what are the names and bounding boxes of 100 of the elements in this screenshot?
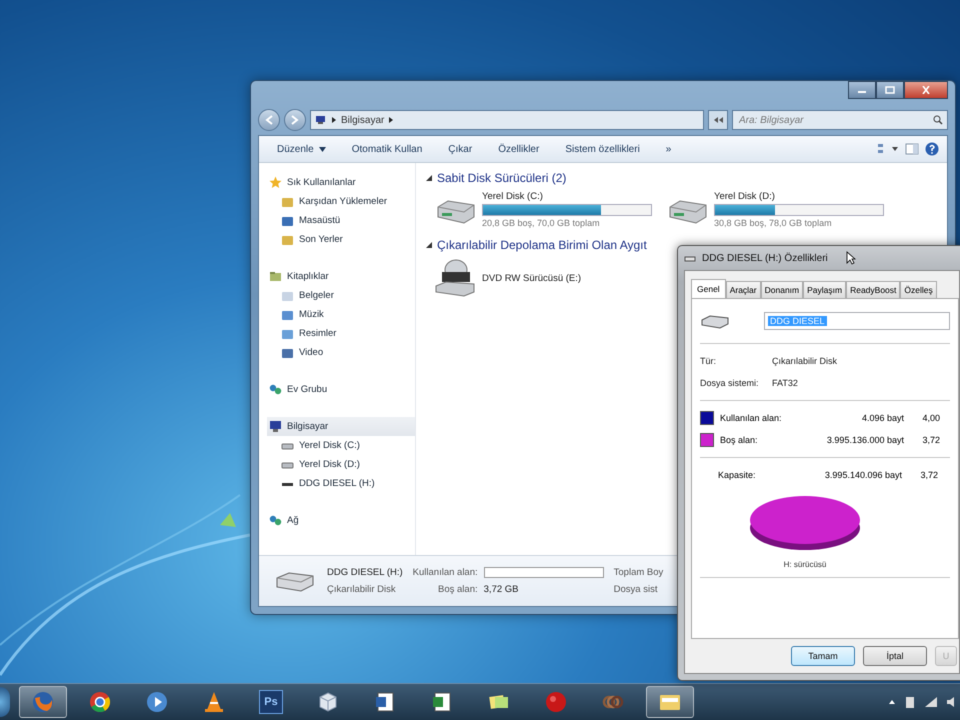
device-icon[interactable] bbox=[904, 695, 916, 709]
capacity-bytes: 3.995.140.096 bayt bbox=[824, 470, 902, 480]
drive-name: DVD RW Sürücüsü (E:) bbox=[482, 272, 582, 284]
library-icon bbox=[269, 270, 282, 283]
nav-item[interactable]: Son Yerler bbox=[267, 230, 415, 249]
drive-space-text: 30,8 GB boş, 78,0 GB toplam bbox=[714, 218, 833, 228]
space-size: 3,72 bbox=[921, 435, 940, 445]
nav-item[interactable]: Kitaplıklar bbox=[267, 267, 415, 286]
capacity-label: Kapasite: bbox=[718, 470, 757, 480]
drive-tile[interactable]: Yerel Disk (D:) 30,8 GB boş, 78,0 GB toplam bbox=[666, 191, 888, 228]
view-options-icon[interactable] bbox=[877, 143, 899, 155]
collapse-arrow-icon[interactable] bbox=[426, 175, 432, 181]
drive-space-text: 20,8 GB boş, 70,0 GB toplam bbox=[482, 218, 601, 228]
space-label: Boş alan: bbox=[720, 435, 759, 445]
toolbar-button[interactable]: Düzenle bbox=[267, 142, 336, 156]
back-button[interactable] bbox=[258, 109, 280, 131]
drive-tile[interactable]: DVD RW Sürücüsü (E:) bbox=[434, 258, 656, 298]
collapse-arrow-icon[interactable] bbox=[426, 242, 432, 248]
nav-item[interactable]: Ev Grubu bbox=[267, 380, 415, 399]
breadcrumb-arrow-icon[interactable] bbox=[331, 116, 337, 124]
start-button[interactable] bbox=[0, 687, 10, 717]
toolbar-button[interactable]: Özellikler bbox=[488, 142, 550, 156]
preview-pane-icon[interactable] bbox=[905, 143, 919, 155]
used-space-label: Kullanılan alan: bbox=[412, 567, 478, 578]
drive-tile[interactable]: Yerel Disk (C:) 20,8 GB boş, 70,0 GB toplam bbox=[434, 191, 656, 228]
nav-item[interactable]: Sık Kullanılanlar bbox=[267, 173, 415, 192]
group-header[interactable]: Sabit Disk Sürücüleri (2) bbox=[437, 171, 566, 185]
drive-name: DDG DIESEL (H:) bbox=[327, 567, 403, 578]
free-space-value: 3,72 GB bbox=[484, 584, 520, 595]
signal-icon[interactable] bbox=[924, 696, 938, 708]
fox-globe-icon bbox=[31, 690, 55, 714]
nav-item[interactable]: Karşıdan Yüklemeler bbox=[267, 192, 415, 211]
space-size: 4,00 bbox=[921, 413, 940, 423]
total-size-label: Toplam Boy bbox=[614, 567, 664, 578]
pie-caption: H: sürücüsü bbox=[784, 560, 826, 569]
property-label: Dosya sistemi: bbox=[700, 378, 760, 388]
nav-item[interactable]: Müzik bbox=[267, 305, 415, 324]
mouse-cursor-icon bbox=[846, 251, 856, 265]
dialog-tab[interactable]: ReadyBoost bbox=[846, 281, 900, 298]
address-bar[interactable]: Bilgisayar bbox=[310, 110, 704, 130]
drive-name: Yerel Disk (D:) bbox=[714, 191, 776, 202]
dialog-button[interactable]: Tamam bbox=[791, 646, 855, 666]
double-arrow-icon bbox=[712, 114, 724, 124]
dialog-tab[interactable]: Araçlar bbox=[726, 281, 761, 298]
property-label: Tür: bbox=[700, 356, 718, 366]
search-icon bbox=[933, 115, 943, 125]
maximize-icon bbox=[885, 86, 895, 94]
file-system-label: Dosya sist bbox=[614, 584, 658, 595]
nav-item[interactable]: Resimler bbox=[267, 324, 415, 343]
dialog-title: DDG DIESEL (H:) Özellikleri bbox=[702, 252, 828, 264]
computer-icon bbox=[269, 420, 282, 433]
space-bytes: 3.995.136.000 bayt bbox=[826, 435, 904, 445]
taskbar-button[interactable]: Ps bbox=[247, 686, 295, 718]
photoshop-label: Ps bbox=[259, 690, 283, 714]
dialog-tab[interactable]: Donanım bbox=[760, 281, 804, 298]
space-label: Kullanılan alan: bbox=[720, 413, 783, 423]
minimize-button[interactable] bbox=[848, 81, 876, 99]
network-icon bbox=[269, 514, 282, 527]
nav-item[interactable]: Belgeler bbox=[267, 286, 415, 305]
dialog-tab[interactable]: Genel bbox=[691, 279, 726, 298]
close-button[interactable] bbox=[904, 81, 948, 99]
toolbar-button[interactable]: Sistem özellikleri bbox=[555, 142, 650, 156]
network-icon bbox=[269, 383, 282, 396]
nav-item[interactable]: Ağ bbox=[267, 511, 415, 530]
capacity-size: 3,72 bbox=[919, 470, 938, 480]
dialog-tab[interactable]: Paylaşım bbox=[803, 281, 846, 298]
nav-item[interactable]: Masaüstü bbox=[267, 211, 415, 230]
toolbar-button[interactable]: Otomatik Kullan bbox=[342, 142, 432, 156]
close-icon bbox=[921, 86, 931, 94]
dialog-button[interactable]: İptal bbox=[863, 646, 927, 666]
drive-name: Yerel Disk (C:) bbox=[482, 191, 544, 202]
nav-item[interactable]: Yerel Disk (C:) bbox=[267, 436, 415, 455]
traffic-cone-icon bbox=[202, 690, 226, 714]
breadcrumb-arrow-icon[interactable] bbox=[388, 116, 394, 124]
free-space-label: Boş alan: bbox=[437, 584, 478, 595]
group-header[interactable]: Çıkarılabilir Depolama Birimi Olan Aygıt bbox=[437, 238, 647, 252]
forward-button[interactable] bbox=[284, 109, 306, 131]
media-player-icon bbox=[145, 690, 169, 714]
chrome-icon bbox=[88, 690, 112, 714]
star-icon bbox=[269, 176, 282, 189]
computer-icon bbox=[315, 115, 327, 125]
taskbar-button[interactable] bbox=[646, 686, 694, 718]
toolbar-button[interactable]: Çıkar bbox=[438, 142, 482, 156]
show-hidden-icons-icon[interactable] bbox=[888, 698, 896, 706]
property-value: FAT32 bbox=[772, 378, 798, 388]
maximize-button[interactable] bbox=[876, 81, 904, 99]
nav-item[interactable]: Bilgisayar bbox=[267, 417, 415, 436]
dialog-tab[interactable]: Özelleş bbox=[900, 281, 937, 298]
refresh-button[interactable] bbox=[708, 110, 728, 130]
record-icon bbox=[544, 690, 568, 714]
help-icon[interactable] bbox=[925, 142, 939, 156]
drive-type: Çıkarılabilir Disk bbox=[327, 584, 397, 595]
property-value: Çıkarılabilir Disk bbox=[772, 356, 838, 366]
more-button[interactable]: » bbox=[656, 142, 682, 156]
address-path: Bilgisayar bbox=[341, 114, 384, 126]
nav-item[interactable]: Video bbox=[267, 343, 415, 362]
nav-item[interactable]: DDG DIESEL (H:) bbox=[267, 474, 415, 493]
speaker-icon[interactable] bbox=[946, 696, 956, 708]
nav-item[interactable]: Yerel Disk (D:) bbox=[267, 455, 415, 474]
space-bytes: 4.096 bayt bbox=[860, 413, 904, 423]
